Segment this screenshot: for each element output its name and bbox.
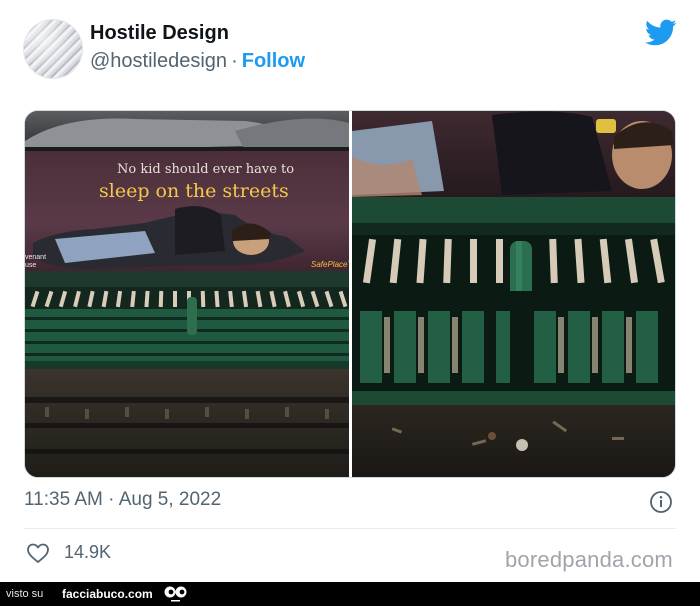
twitter-bird-icon[interactable] [645, 19, 677, 47]
ad-partner-fragment-1: venant [25, 254, 46, 261]
footer-prefix: visto su [6, 588, 44, 600]
photo-bench-ad[interactable]: No kid should ever have to sleep on the … [25, 111, 349, 477]
handle-separator: · [231, 50, 238, 72]
heart-icon[interactable] [26, 541, 50, 565]
bench-closeup-image [352, 111, 675, 477]
source-watermark: boredpanda.com [505, 547, 673, 572]
info-icon[interactable] [649, 490, 673, 514]
display-name[interactable]: Hostile Design [90, 22, 229, 45]
handle[interactable]: @hostiledesign [90, 50, 227, 72]
photo-bench-closeup[interactable] [352, 111, 675, 477]
ad-brand: SafePlaceT [311, 260, 349, 269]
bench-ad-image: No kid should ever have to sleep on the … [25, 111, 349, 477]
follow-button[interactable]: Follow [242, 50, 305, 72]
footer-site-link[interactable]: facciabuco.com [62, 587, 153, 601]
tweet-card: Hostile Design @hostiledesign · Follow N… [0, 0, 700, 582]
like-count[interactable]: 14.9K [64, 542, 111, 563]
avatar[interactable] [23, 19, 83, 79]
footer-bar: visto su facciabuco.com [0, 582, 700, 606]
ad-headline-line1: No kid should ever have to [117, 162, 294, 177]
ad-partner-fragment-2: use [25, 262, 36, 269]
tweet-media[interactable]: No kid should ever have to sleep on the … [24, 110, 676, 478]
handle-row: @hostiledesign · Follow [90, 50, 305, 73]
tweet-timestamp[interactable]: 11:35 AM · Aug 5, 2022 [24, 489, 221, 511]
ad-headline-line2: sleep on the streets [99, 180, 289, 202]
facciabuco-logo-icon [164, 586, 187, 602]
tweet-divider [24, 528, 676, 529]
